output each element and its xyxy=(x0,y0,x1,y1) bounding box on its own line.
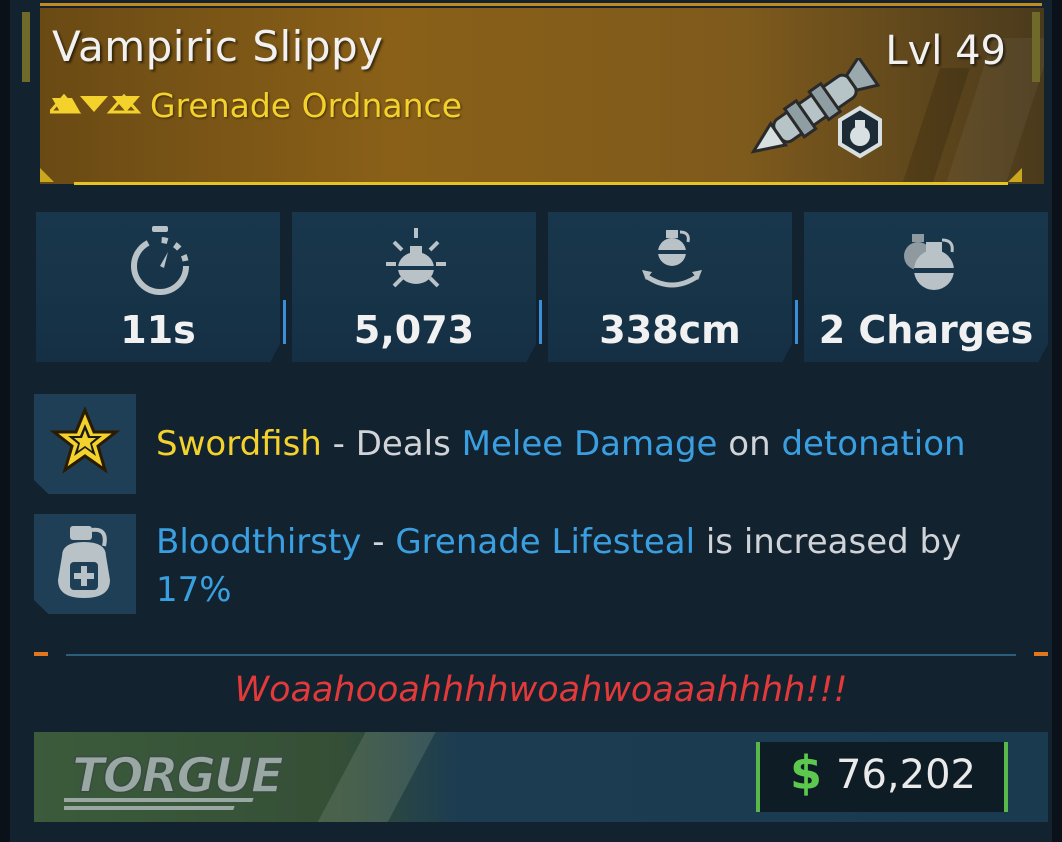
perk-keyword: Grenade Lifesteal xyxy=(395,522,696,562)
divider-tick xyxy=(1034,652,1048,656)
perk-keyword: Melee Damage xyxy=(461,424,718,464)
flavor-text: Woaahooahhhhwoahwoaaahhhh!!! xyxy=(234,670,848,710)
header-gold-rule xyxy=(74,182,1008,185)
perk-keyword: 17% xyxy=(156,570,232,610)
grenade-radius-icon xyxy=(642,230,702,288)
grenade-burst-icon xyxy=(386,228,446,288)
star-burst-icon xyxy=(50,406,120,474)
stat-separator xyxy=(539,300,542,344)
stat-separator xyxy=(795,300,798,344)
perk-text-part: - xyxy=(361,522,396,562)
perk-name: Bloodthirsty xyxy=(156,522,362,562)
item-type: Grenade Ordnance xyxy=(150,86,463,125)
perk-keyword: detonation xyxy=(781,424,966,464)
stat-radius: 338cm xyxy=(548,212,792,362)
price-value: 76,202 xyxy=(836,752,976,798)
stopwatch-icon xyxy=(131,226,189,295)
corner-marker xyxy=(40,168,54,182)
stat-charges: 2 Charges xyxy=(804,212,1048,362)
corner-marker xyxy=(1008,168,1022,182)
price-box: $ 76,202 xyxy=(756,742,1008,812)
side-accent xyxy=(22,12,30,82)
stat-value: 5,073 xyxy=(353,308,475,352)
stat-value: 338cm xyxy=(599,308,741,352)
grenade-heal-icon xyxy=(58,526,110,598)
item-name: Vampiric Slippy xyxy=(52,22,384,71)
item-card: Vampiric Slippy Grenade Ordnance Lvl 49 xyxy=(0,0,1062,842)
stat-value: 2 Charges xyxy=(818,308,1034,352)
perk-name: Swordfish xyxy=(156,424,322,464)
item-level: Lvl 49 xyxy=(885,28,1006,74)
rarity-chevrons-icon xyxy=(50,94,142,114)
currency-icon: $ xyxy=(790,746,823,800)
grenade-charges-icon xyxy=(904,234,954,290)
perk-description: Bloodthirsty - Grenade Lifesteal is incr… xyxy=(156,518,1036,614)
perk-text-part: - Deals xyxy=(321,424,462,464)
grenade-missile-icon xyxy=(750,58,882,159)
side-accent xyxy=(1032,12,1040,82)
divider-tick xyxy=(34,652,48,656)
perk-text-part: on xyxy=(717,424,782,464)
stat-value: 11s xyxy=(120,308,196,352)
stat-damage: 5,073 xyxy=(292,212,536,362)
stat-separator xyxy=(283,300,286,344)
perk-icon-box xyxy=(34,394,136,494)
perk-icon-box xyxy=(34,514,136,614)
perk-text-part: is increased by xyxy=(695,522,962,562)
torgue-logo: TORGUE xyxy=(64,747,287,810)
stat-cooldown: 11s xyxy=(36,212,280,362)
top-accent-line xyxy=(40,3,1042,6)
manufacturer-name: TORGUE xyxy=(72,748,284,804)
section-divider xyxy=(66,654,1016,656)
perk-description: Swordfish - Deals Melee Damage on detona… xyxy=(156,420,1036,468)
